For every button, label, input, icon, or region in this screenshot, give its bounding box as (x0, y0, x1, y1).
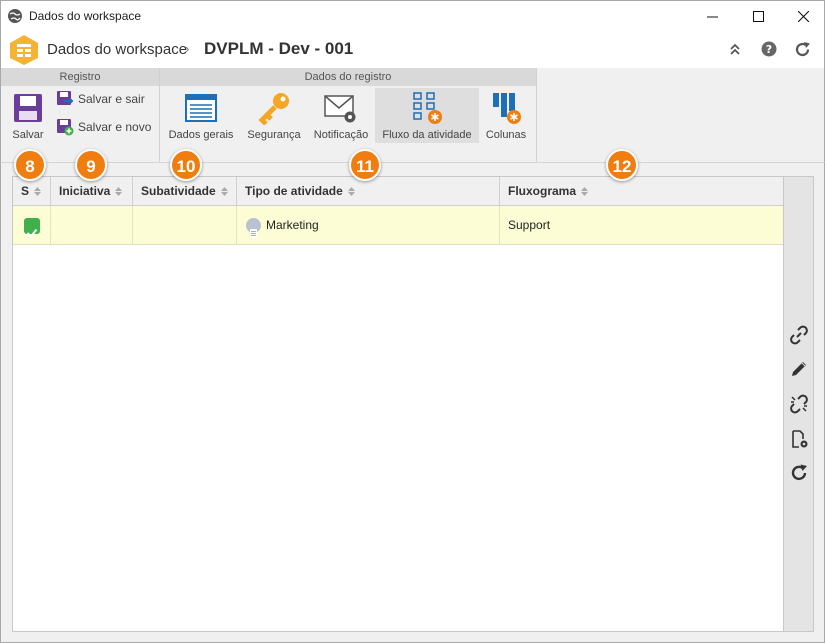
cell-tipo-atividade: Marketing (237, 206, 500, 245)
column-header-label: S (21, 184, 30, 198)
link-button[interactable] (788, 324, 810, 346)
ribbon-toolbar: Registro Dados do registro Salvar Salvar… (0, 68, 825, 163)
content-area: S Iniciativa Subatividade Tipo de ativid… (0, 163, 825, 643)
close-button[interactable] (780, 1, 825, 31)
breadcrumb-separator: › (185, 41, 190, 56)
save-exit-label: Salvar e sair (78, 92, 145, 106)
workspace-logo-icon (10, 35, 38, 65)
group-divider (536, 68, 537, 162)
save-and-exit-button[interactable]: Salvar e sair (56, 90, 145, 108)
activity-flow-label: Fluxo da atividade (382, 129, 472, 141)
document-settings-icon (792, 430, 808, 448)
save-icon (10, 90, 46, 126)
column-header-iniciativa[interactable]: Iniciativa (51, 177, 133, 206)
sort-icon (347, 187, 355, 197)
records-grid: S Iniciativa Subatividade Tipo de ativid… (12, 176, 784, 632)
cell-s[interactable] (13, 206, 51, 245)
column-header-label: Iniciativa (59, 184, 111, 198)
sort-icon (581, 187, 589, 197)
pencil-icon (792, 362, 806, 376)
save-button[interactable]: Salvar (9, 90, 47, 141)
general-data-label: Dados gerais (168, 129, 234, 141)
security-button[interactable]: Segurança (244, 90, 304, 141)
minimize-icon (706, 16, 718, 17)
callout-badge: 8 (14, 149, 46, 181)
save-new-icon (57, 119, 74, 136)
checkbox-checked-icon[interactable] (24, 218, 40, 239)
group-registro-header: Registro (1, 68, 159, 86)
svg-text:?: ? (766, 43, 772, 56)
help-button[interactable]: ? (760, 40, 778, 58)
save-label: Salvar (12, 129, 44, 141)
edit-button[interactable] (788, 358, 810, 380)
mail-settings-icon (323, 90, 359, 126)
sort-icon (34, 187, 42, 197)
cell-subatividade (133, 206, 237, 245)
sort-icon (115, 187, 123, 197)
globe-icon (8, 9, 22, 23)
column-header-label: Fluxograma (508, 184, 577, 198)
table-row[interactable]: Marketing Support (13, 206, 783, 245)
group-dados-header: Dados do registro (160, 68, 536, 86)
maximize-button[interactable] (735, 1, 781, 31)
cell-iniciativa (51, 206, 133, 245)
column-header-fluxograma[interactable]: Fluxograma (500, 177, 783, 206)
page-header: Dados do workspace › DVPLM - Dev - 001 ? (0, 31, 825, 68)
close-icon (797, 10, 809, 22)
collapse-button[interactable] (726, 40, 744, 58)
column-header-s[interactable]: S (13, 177, 51, 206)
side-toolbar (784, 176, 814, 632)
key-icon (256, 90, 292, 126)
unlink-icon (790, 394, 808, 414)
group-divider (159, 68, 160, 162)
reload-button[interactable] (788, 462, 810, 484)
refresh-button[interactable] (793, 40, 811, 58)
callout-badge: 12 (606, 149, 638, 181)
general-data-button[interactable]: Dados gerais (166, 90, 236, 141)
callout-badge: 9 (75, 149, 107, 181)
maximize-icon (752, 10, 764, 22)
document-icon (246, 218, 261, 238)
columns-icon (488, 90, 524, 126)
refresh-icon (791, 464, 807, 481)
window-titlebar: Dados do workspace (0, 0, 825, 31)
document-settings-button[interactable] (788, 428, 810, 450)
help-icon: ? (761, 41, 777, 57)
notification-button[interactable]: Notificação (312, 90, 370, 141)
form-icon (183, 90, 219, 126)
security-label: Segurança (247, 129, 301, 141)
activity-flow-icon (409, 90, 445, 126)
window-title: Dados do workspace (29, 9, 142, 23)
save-exit-icon (57, 91, 74, 105)
columns-button[interactable]: Colunas (484, 90, 528, 141)
sort-icon (220, 187, 228, 197)
callout-badge: 11 (349, 149, 381, 181)
column-header-label: Tipo de atividade (245, 184, 343, 198)
callout-badge: 10 (170, 149, 202, 181)
columns-label: Colunas (485, 129, 527, 141)
cell-fluxograma: Support (508, 218, 551, 232)
grid-header: S Iniciativa Subatividade Tipo de ativid… (13, 177, 783, 206)
column-header-label: Subatividade (141, 184, 216, 198)
refresh-icon (795, 41, 810, 56)
breadcrumb-root[interactable]: Dados do workspace (47, 41, 187, 58)
save-and-new-button[interactable]: Salvar e novo (56, 118, 151, 136)
notification-label: Notificação (313, 129, 369, 141)
page-title: DVPLM - Dev - 001 (204, 39, 354, 58)
save-new-label: Salvar e novo (78, 120, 152, 134)
activity-flow-button[interactable]: Fluxo da atividade (375, 88, 479, 143)
link-icon (790, 325, 808, 345)
minimize-button[interactable] (689, 1, 735, 31)
unlink-button[interactable] (788, 393, 810, 415)
tipo-atividade-value: Marketing (266, 218, 319, 232)
double-chevron-up-icon (730, 43, 740, 55)
